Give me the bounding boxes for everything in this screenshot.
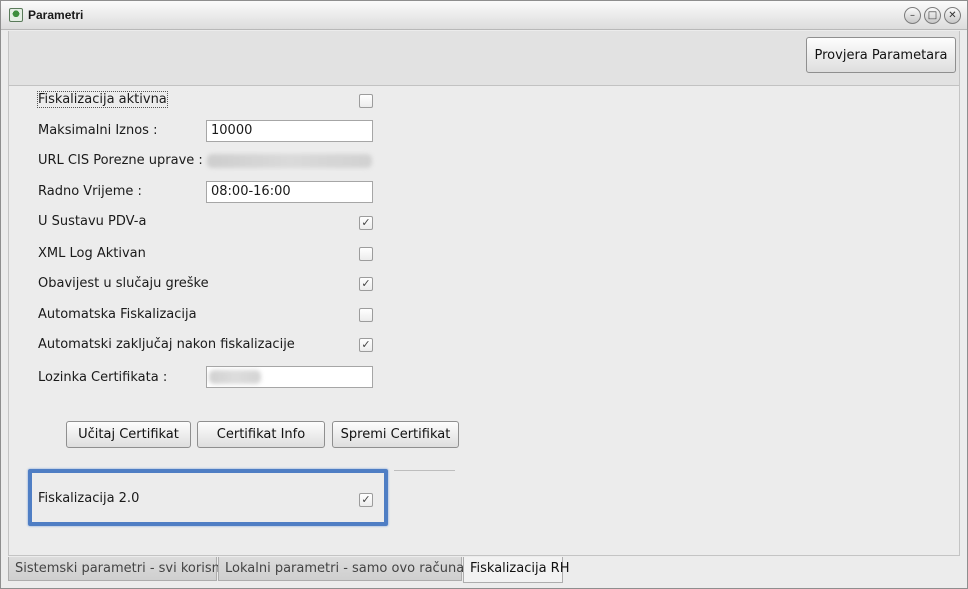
- tab-lokalni-parametri[interactable]: Lokalni parametri - samo ovo računalo: [218, 557, 476, 581]
- xml-log-checkbox[interactable]: [359, 247, 373, 261]
- maximize-icon[interactable]: □: [924, 7, 941, 24]
- app-icon: [9, 8, 23, 22]
- spremi-certifikat-button[interactable]: Spremi Certifikat: [332, 421, 459, 448]
- lozinka-value-redacted: [209, 370, 261, 384]
- maksimalni-iznos-input[interactable]: 10000: [206, 120, 373, 142]
- automatski-zakljucaj-checkbox[interactable]: ✓: [359, 338, 373, 352]
- toolbar: Provjera Parametara: [9, 31, 959, 86]
- content-panel: Provjera Parametara Fiskalizacija aktivn…: [8, 31, 960, 556]
- obavijest-checkbox[interactable]: ✓: [359, 277, 373, 291]
- tab-sistemski-parametri[interactable]: Sistemski parametri - svi korisnici: [8, 557, 234, 581]
- automatski-zakljucaj-label: Automatski zaključaj nakon fiskalizacije: [38, 337, 295, 352]
- u-sustavu-pdv-label: U Sustavu PDV-a: [38, 214, 147, 229]
- close-icon[interactable]: ✕: [944, 7, 961, 24]
- xml-log-label: XML Log Aktivan: [38, 246, 146, 261]
- title-bar[interactable]: Parametri – □ ✕: [1, 1, 967, 30]
- url-cis-label: URL CIS Porezne uprave :: [38, 153, 203, 168]
- lozinka-certifikata-label: Lozinka Certifikata :: [38, 370, 168, 385]
- certifikat-info-button[interactable]: Certifikat Info: [197, 421, 325, 448]
- fiskalizacija-aktivna-label: Fiskalizacija aktivna: [37, 91, 168, 108]
- tab-fiskalizacija-rh[interactable]: Fiskalizacija RH: [463, 557, 569, 583]
- tab-bar: Sistemski parametri - svi korisnici Loka…: [8, 557, 960, 583]
- obavijest-label: Obavijest u slučaju greške: [38, 276, 209, 291]
- u-sustavu-pdv-checkbox[interactable]: ✓: [359, 216, 373, 230]
- provjera-parametara-button[interactable]: Provjera Parametara: [806, 37, 956, 73]
- automatska-fiskalizacija-label: Automatska Fiskalizacija: [38, 307, 197, 322]
- fiskalizacija-2-label: Fiskalizacija 2.0: [38, 491, 140, 506]
- minimize-icon[interactable]: –: [904, 7, 921, 24]
- section-separator: [394, 470, 455, 471]
- parametri-window: Parametri – □ ✕ Provjera Parametara Fisk…: [0, 0, 968, 589]
- url-cis-value-redacted[interactable]: [207, 154, 372, 168]
- radno-vrijeme-label: Radno Vrijeme :: [38, 184, 142, 199]
- lozinka-certifikata-input[interactable]: [206, 366, 373, 388]
- automatska-fiskalizacija-checkbox[interactable]: [359, 308, 373, 322]
- window-title: Parametri: [28, 8, 84, 22]
- fiskalizacija-2-checkbox[interactable]: ✓: [359, 493, 373, 507]
- ucitaj-certifikat-button[interactable]: Učitaj Certifikat: [66, 421, 191, 448]
- fiskalizacija-aktivna-checkbox[interactable]: [359, 94, 373, 108]
- maksimalni-iznos-label: Maksimalni Iznos :: [38, 123, 158, 138]
- radno-vrijeme-input[interactable]: 08:00-16:00: [206, 181, 373, 203]
